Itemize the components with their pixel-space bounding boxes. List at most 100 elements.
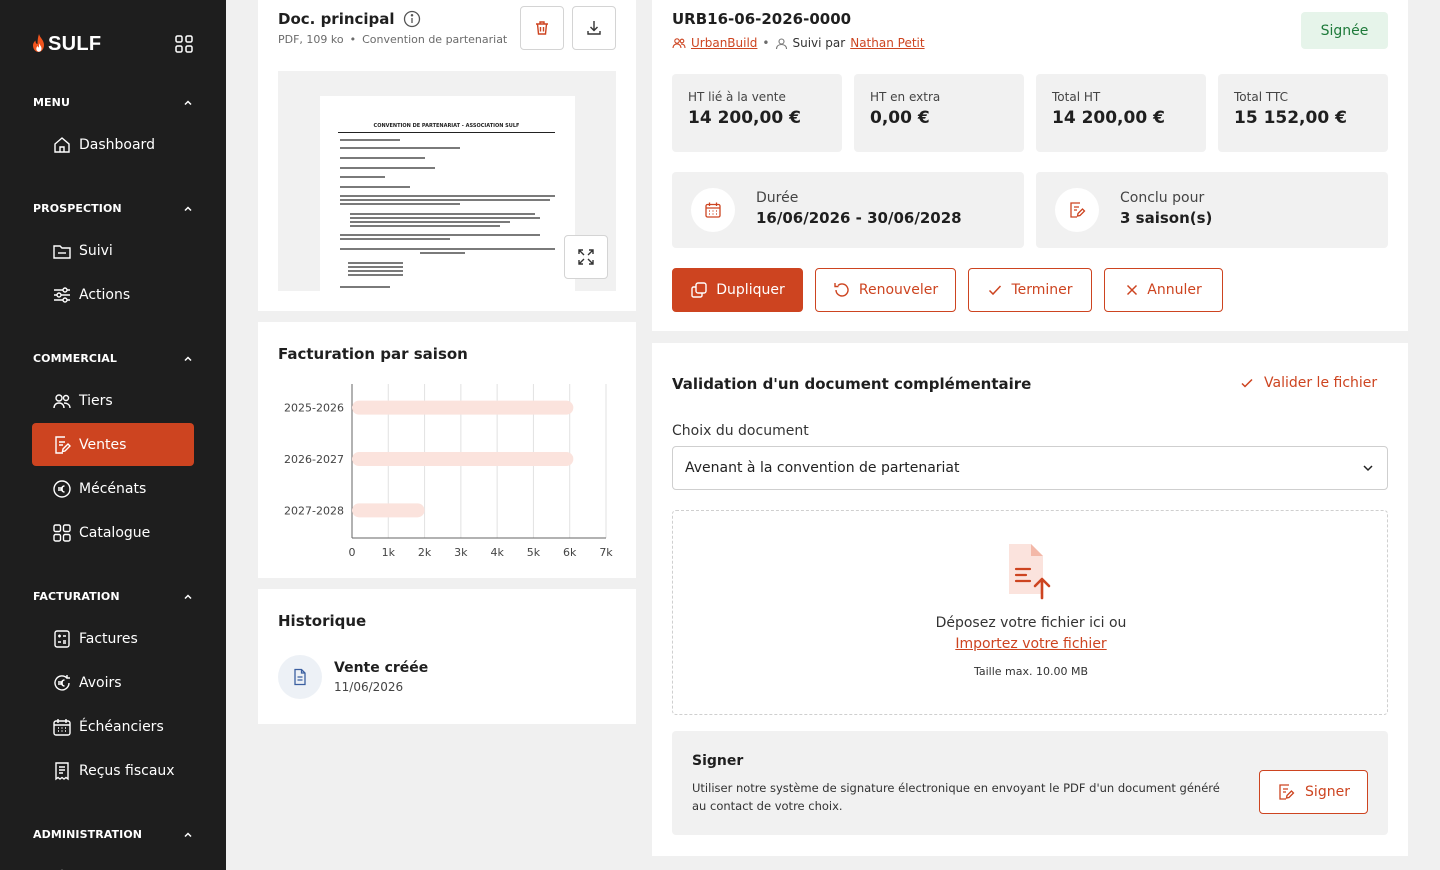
sidebar-item-avoirs[interactable]: Avoirs xyxy=(32,661,194,704)
season-billing-chart: 0 1k 2k 3k 4k 5k 6k 7k 2025-2026 2026-2027 2027-20… xyxy=(284,384,613,559)
sidebar-item-label: Échéanciers xyxy=(79,718,164,735)
file-dropzone[interactable]: Déposez votre fichier ici ou Importez vo… xyxy=(672,510,1388,715)
sidebar-item-mecenats[interactable]: Mécénats xyxy=(32,467,194,510)
sidebar-item-suivi[interactable]: Suivi xyxy=(32,229,194,272)
brand-name: SULF xyxy=(48,32,102,55)
info-icon[interactable] xyxy=(403,10,421,28)
renew-button[interactable]: Renouveler xyxy=(815,268,956,312)
doc-preview[interactable]: CONVENTION DE PARTENARIAT - ASSOCIATION … xyxy=(278,71,616,291)
history-item-date: 11/06/2026 xyxy=(334,680,404,694)
chart-bar[interactable] xyxy=(352,503,425,518)
chevron-down-icon xyxy=(1363,465,1373,472)
document-select[interactable]: Avenant à la convention de partenariat xyxy=(672,446,1388,490)
validate-file-button[interactable]: Valider le fichier xyxy=(1240,375,1377,391)
check-icon xyxy=(1241,378,1253,388)
finish-label: Terminer xyxy=(1011,282,1073,298)
chevron-up-icon xyxy=(184,355,192,361)
sign-button[interactable]: Signer xyxy=(1259,770,1368,814)
history-card: Historique Vente créée 11/06/2026 xyxy=(258,589,636,724)
apps-grid-button[interactable] xyxy=(174,34,194,54)
doc-preview-text-lines xyxy=(340,139,555,288)
kpi-ht-linked: HT lié à la vente 14 200,00 € xyxy=(672,74,842,152)
kpi-value: 15 152,00 € xyxy=(1234,108,1347,128)
doc-card: Doc. principal PDF, 109 ko • Convention … xyxy=(258,0,636,311)
cancel-label: Annuler xyxy=(1147,282,1202,298)
followed-by-link[interactable]: Nathan Petit xyxy=(850,36,924,50)
document-select-value: Avenant à la convention de partenariat xyxy=(685,460,960,476)
duration-value: 16/06/2026 - 30/06/2028 xyxy=(756,209,962,227)
client-link[interactable]: UrbanBuild xyxy=(691,36,757,50)
history-item-icon-wrap xyxy=(278,655,322,699)
chart-x-tick-label: 0 xyxy=(349,546,356,559)
users-icon xyxy=(53,393,71,408)
chart-bar[interactable] xyxy=(352,452,574,466)
sidebar-item-dashboard[interactable]: Dashboard xyxy=(32,123,194,166)
section-menu[interactable]: MENU xyxy=(33,96,193,109)
cancel-button[interactable]: Annuler xyxy=(1104,268,1223,312)
sidebar-item-label: Factures xyxy=(79,630,138,647)
chart-bar[interactable] xyxy=(352,400,574,415)
kpi-label: HT lié à la vente xyxy=(688,90,786,104)
chart-x-tick-label: 7k xyxy=(599,546,613,559)
home-icon xyxy=(54,136,70,153)
duplicate-label: Dupliquer xyxy=(716,282,785,298)
trash-icon xyxy=(536,21,548,35)
doc-meta-name: Convention de partenariat xyxy=(362,33,508,46)
sidebar-item-partial[interactable] xyxy=(32,855,194,870)
sale-subline-sep: • xyxy=(762,36,770,50)
section-facturation[interactable]: FACTURATION xyxy=(33,590,193,603)
sidebar-item-label: Dashboard xyxy=(79,136,155,153)
sidebar-item-catalogue[interactable]: Catalogue xyxy=(32,511,194,554)
dropzone-text: Déposez votre fichier ici ou xyxy=(935,615,1127,631)
duplicate-button[interactable]: Dupliquer xyxy=(672,268,803,312)
sidebar-item-label: Ventes xyxy=(79,436,127,453)
finish-button[interactable]: Terminer xyxy=(968,268,1092,312)
delete-button[interactable] xyxy=(520,6,564,50)
sidebar-item-echeanciers[interactable]: Échéanciers xyxy=(32,705,194,748)
doc-meta: PDF, 109 ko • Convention de partenariat xyxy=(278,33,507,46)
validation-title: Validation d'un document complémentaire xyxy=(672,375,1032,393)
calendar-icon xyxy=(705,202,721,218)
sidebar-item-tiers[interactable]: Tiers xyxy=(32,379,194,422)
calculator-icon xyxy=(54,629,70,648)
chart-x-tick-label: 1k xyxy=(382,546,396,559)
sidebar-item-actions[interactable]: Actions xyxy=(32,273,194,316)
sidebar-item-ventes[interactable]: Ventes xyxy=(32,423,194,466)
section-title: PROSPECTION xyxy=(33,202,122,215)
sign-title: Signer xyxy=(692,753,744,769)
euro-refund-icon xyxy=(54,674,70,691)
max-size-text: Taille max. 10.00 MB xyxy=(973,665,1089,678)
validate-file-label: Valider le fichier xyxy=(1264,375,1378,391)
duration-label: Durée xyxy=(756,190,799,206)
section-administration[interactable]: ADMINISTRATION xyxy=(33,828,193,841)
sale-subline: UrbanBuild • Suivi par Nathan Petit xyxy=(672,36,925,50)
sign-label: Signer xyxy=(1305,784,1350,800)
check-icon xyxy=(989,285,1002,296)
download-button[interactable] xyxy=(572,6,616,50)
refresh-icon xyxy=(834,283,849,297)
copy-icon xyxy=(691,282,707,298)
sale-card: URB16-06-2026-0000 UrbanBuild • Suivi pa… xyxy=(652,0,1408,331)
expand-preview-button[interactable] xyxy=(564,235,608,279)
sign-panel: Signer Utiliser notre système de signatu… xyxy=(672,731,1388,835)
chevron-up-icon xyxy=(184,99,192,105)
section-prospection[interactable]: PROSPECTION xyxy=(33,202,193,215)
section-commercial[interactable]: COMMERCIAL xyxy=(33,352,193,365)
chart-card: Facturation par saison 0 1k 2k 3k 4k 5k 6k 7k 20… xyxy=(258,322,636,578)
followed-prefix: Suivi par xyxy=(792,36,846,50)
document-edit-icon xyxy=(1279,784,1295,800)
sidebar-item-label: Suivi xyxy=(79,242,113,259)
file-upload-icon xyxy=(1009,544,1051,600)
history-item-title: Vente créée xyxy=(334,660,429,676)
chart-x-tick-label: 5k xyxy=(527,546,541,559)
sidebar-item-recus-fiscaux[interactable]: Reçus fiscaux xyxy=(32,749,194,792)
status-badge: Signée xyxy=(1301,12,1388,49)
sidebar-item-factures[interactable]: Factures xyxy=(32,617,194,660)
receipt-icon xyxy=(55,761,69,780)
brand-logo[interactable]: SULF xyxy=(32,32,101,56)
import-file-link[interactable]: Importez votre fichier xyxy=(955,636,1106,652)
doc-title-row: Doc. principal xyxy=(278,10,421,28)
expand-icon xyxy=(578,249,594,265)
folder-icon xyxy=(53,244,71,259)
chart-x-tick-label: 3k xyxy=(454,546,468,559)
